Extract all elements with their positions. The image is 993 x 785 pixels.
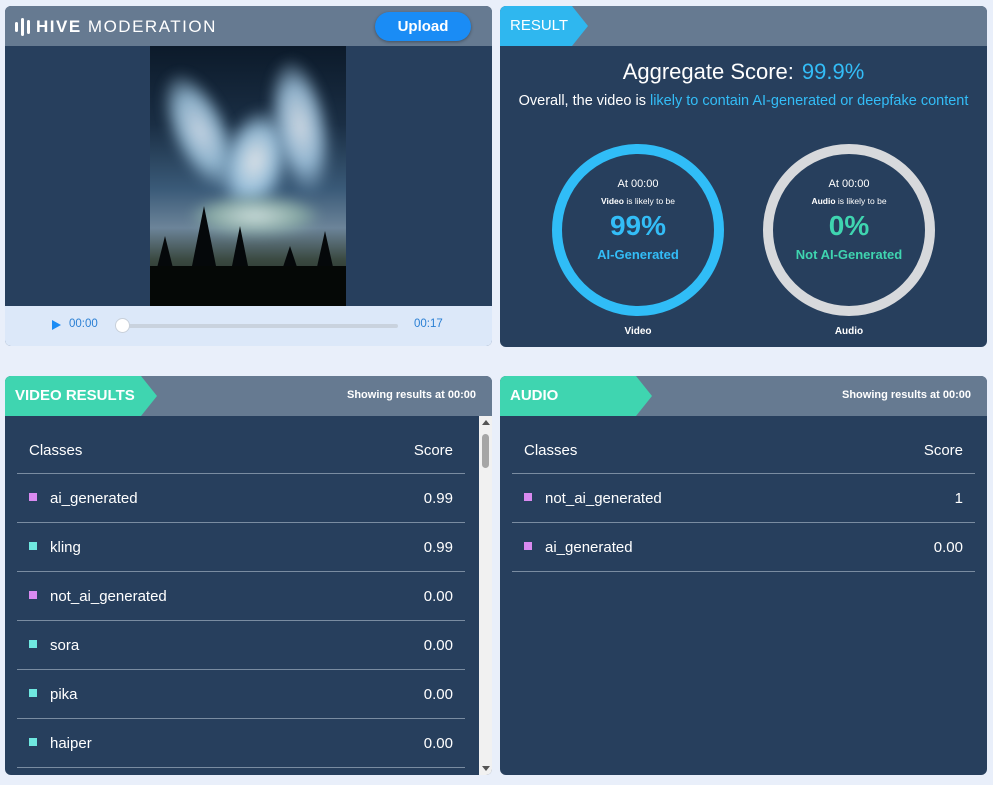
audio-results-header: AUDIO RESULTS Showing results at 00:00 <box>500 376 987 416</box>
duration: 00:17 <box>414 318 443 330</box>
class-color-swatch <box>29 493 37 501</box>
player-controls: 00:00 00:17 <box>5 306 492 346</box>
class-score: 0.99 <box>423 490 453 507</box>
scroll-thumb[interactable] <box>482 434 489 468</box>
video-verdict: AI-Generated <box>597 247 679 262</box>
class-label: haiper <box>50 735 92 752</box>
class-score: 0.99 <box>423 539 453 556</box>
table-row: not_ai_generated 1 <box>512 474 975 523</box>
col-classes: Classes <box>29 442 83 459</box>
seek-handle[interactable] <box>115 318 130 333</box>
aggregate-score: Aggregate Score: 99.9% <box>500 59 987 85</box>
class-label: ai_generated <box>50 490 138 507</box>
audio-likely-text: Audio is likely to be <box>811 196 887 206</box>
audio-results-table: Classes Score not_ai_generated 1 ai_genera… <box>512 434 975 572</box>
class-score: 0.00 <box>423 588 453 605</box>
video-results-table: Classes Score ai_generated 0.99 kling 0.99 n… <box>17 434 465 768</box>
table-row: kling 0.99 <box>17 523 465 572</box>
audio-ring-caption: Audio <box>834 326 864 337</box>
video-results-header: VIDEO RESULTS Showing results at 00:00 <box>5 376 492 416</box>
audio-verdict: Not AI-Generated <box>795 247 903 262</box>
class-color-swatch <box>29 689 37 697</box>
table-header: Classes Score <box>17 434 465 474</box>
upload-button[interactable]: Upload <box>375 12 471 41</box>
video-frame[interactable] <box>150 46 346 306</box>
video-ring-caption: Video <box>624 326 652 337</box>
audio-showing-results: Showing results at 00:00 <box>842 389 971 401</box>
seek-track[interactable] <box>123 324 398 328</box>
class-score: 1 <box>954 490 963 507</box>
video-at-time: At 00:00 <box>617 178 659 190</box>
audio-score-ring: At 00:00 Audio is likely to be 0% Not AI… <box>763 144 935 316</box>
current-time: 00:00 <box>69 318 98 330</box>
audio-results-panel: AUDIO RESULTS Showing results at 00:00 C… <box>500 376 987 775</box>
class-label: pika <box>50 686 78 703</box>
table-row: ai_generated 0.00 <box>512 523 975 572</box>
audio-at-time: At 00:00 <box>828 178 870 190</box>
table-row: pika 0.00 <box>17 670 465 719</box>
col-score: Score <box>923 442 963 459</box>
aggregate-value: 99.9% <box>801 59 865 84</box>
video-showing-results: Showing results at 00:00 <box>347 389 476 401</box>
result-tag: RESULT <box>500 6 588 46</box>
class-score: 0.00 <box>423 686 453 703</box>
hive-logo-icon <box>15 18 30 36</box>
scroll-down-icon[interactable] <box>482 766 490 771</box>
table-row: ai_generated 0.99 <box>17 474 465 523</box>
video-panel: HIVE MODERATION Upload 00:00 00:17 <box>5 6 492 346</box>
table-header: Classes Score <box>512 434 975 474</box>
result-header: RESULT <box>500 6 987 46</box>
class-score: 0.00 <box>933 539 963 556</box>
video-results-scrollbar[interactable] <box>479 416 492 775</box>
col-score: Score <box>413 442 453 459</box>
class-label: not_ai_generated <box>545 490 662 507</box>
class-label: not_ai_generated <box>50 588 167 605</box>
class-color-swatch <box>524 493 532 501</box>
audio-results-tag: AUDIO RESULTS <box>500 376 652 416</box>
class-score: 0.00 <box>423 637 453 654</box>
class-color-swatch <box>29 640 37 648</box>
play-icon[interactable] <box>52 320 61 330</box>
overall-summary: Overall, the video is likely to contain … <box>510 90 977 112</box>
logo-text: HIVE MODERATION <box>36 17 217 36</box>
table-row: sora 0.00 <box>17 621 465 670</box>
table-row: haiper 0.00 <box>17 719 465 768</box>
result-panel: RESULT Aggregate Score: 99.9% Overall, th… <box>500 6 987 347</box>
class-color-swatch <box>524 542 532 550</box>
class-color-swatch <box>29 542 37 550</box>
overall-highlight: likely to contain AI-generated or deepfa… <box>649 93 969 109</box>
video-likely-text: Video is likely to be <box>600 196 676 206</box>
class-label: sora <box>50 637 80 654</box>
table-row: not_ai_generated 0.00 <box>17 572 465 621</box>
class-color-swatch <box>29 591 37 599</box>
audio-percent: 0% <box>828 210 870 241</box>
class-color-swatch <box>29 738 37 746</box>
video-results-tag: VIDEO RESULTS <box>5 376 157 416</box>
video-score-ring: At 00:00 Video is likely to be 99% AI-Ge… <box>552 144 724 316</box>
video-panel-header: HIVE MODERATION Upload <box>5 6 492 46</box>
overall-prefix: Overall, the video is <box>518 93 646 109</box>
aggregate-label: Aggregate Score: <box>622 59 794 84</box>
video-percent: 99% <box>609 210 667 241</box>
video-results-panel: VIDEO RESULTS Showing results at 00:00 C… <box>5 376 492 775</box>
hive-logo: HIVE MODERATION <box>15 17 217 37</box>
class-label: ai_generated <box>545 539 633 556</box>
class-label: kling <box>50 539 81 556</box>
class-score: 0.00 <box>423 735 453 752</box>
col-classes: Classes <box>524 442 578 459</box>
scroll-up-icon[interactable] <box>482 420 490 425</box>
